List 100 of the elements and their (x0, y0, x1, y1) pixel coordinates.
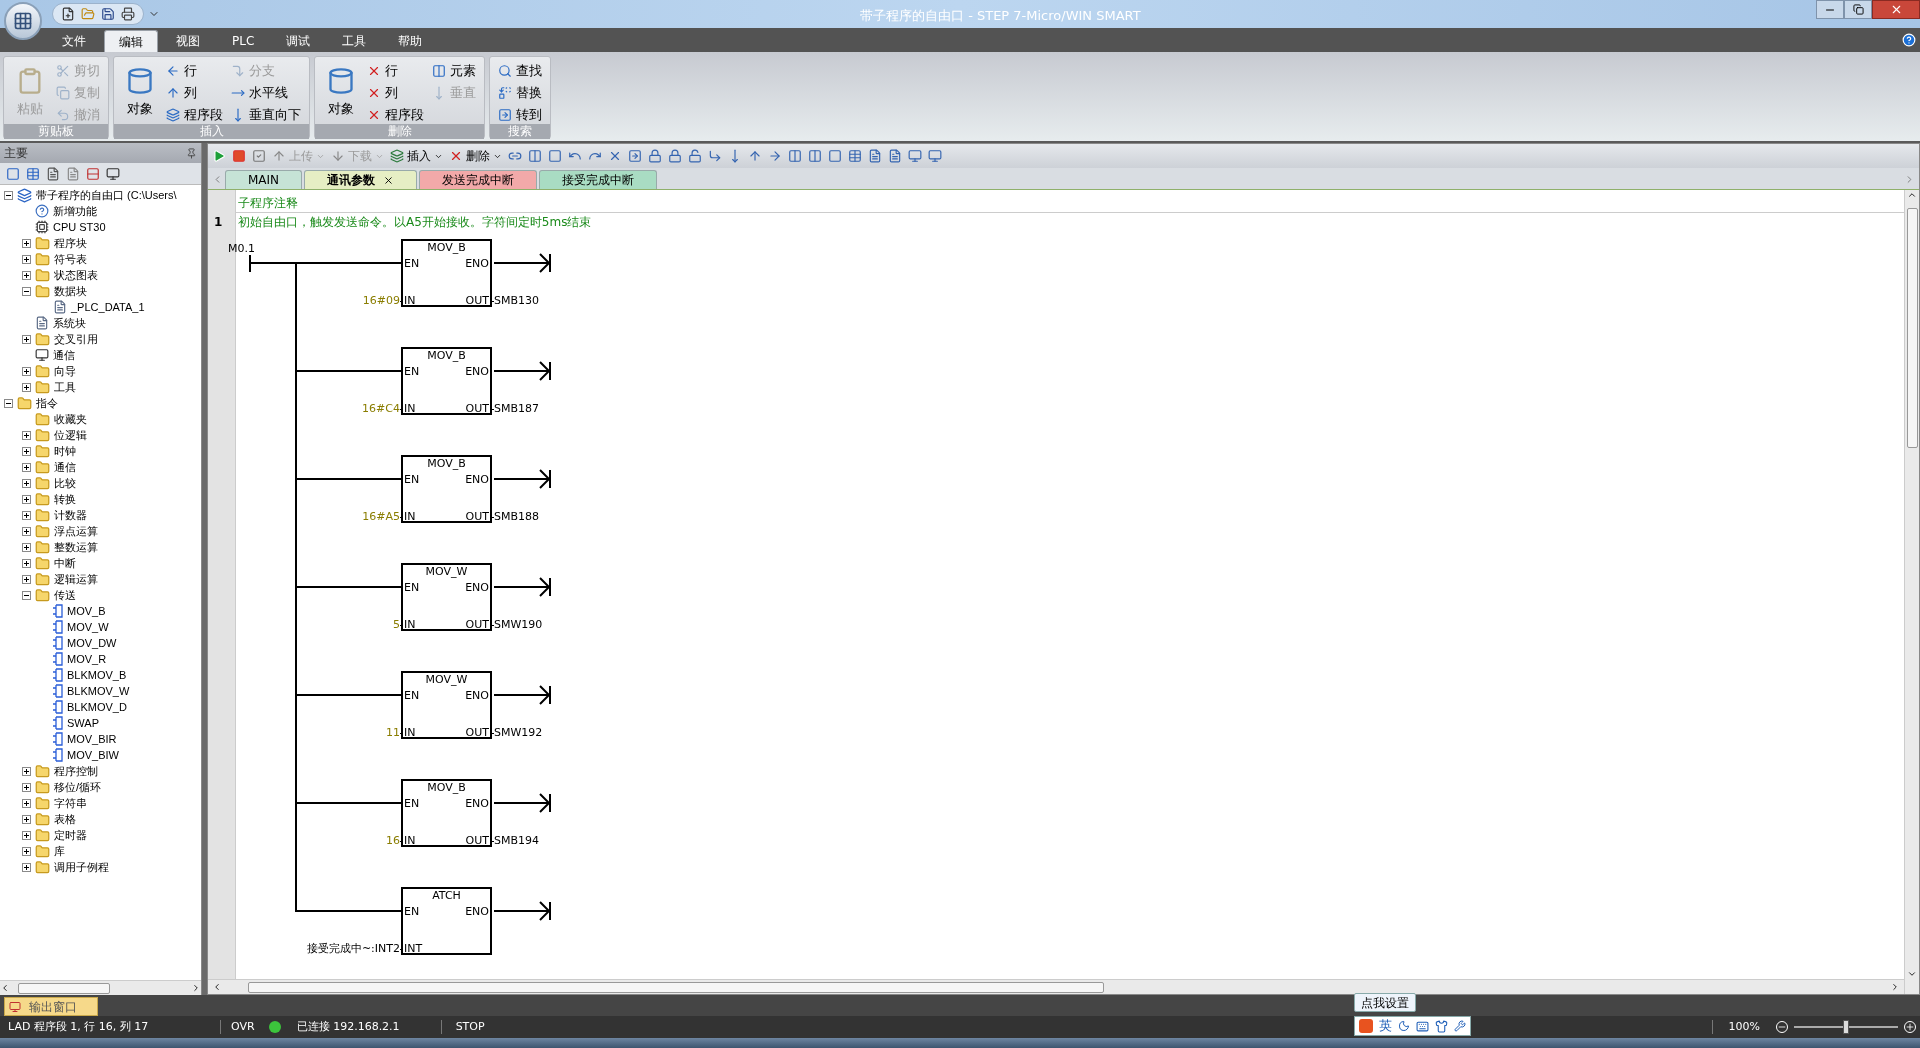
tree-item[interactable]: MOV_R (67, 650, 107, 668)
tree-item[interactable]: 向导 (54, 362, 76, 380)
tree-item[interactable]: 转换 (54, 490, 76, 508)
ribbon-button[interactable]: 转到 (498, 105, 542, 124)
toolbar-button[interactable]: 插入 (390, 147, 443, 165)
box-icon[interactable] (828, 149, 842, 163)
expand-toggle[interactable] (21, 798, 31, 808)
tree-item[interactable]: 通信 (54, 458, 76, 476)
link-icon[interactable] (508, 149, 522, 163)
arrow-square-icon[interactable] (628, 149, 642, 163)
tree-item[interactable]: 计数器 (54, 506, 87, 524)
expand-toggle[interactable] (21, 478, 31, 488)
tree-item[interactable]: MOV_DW (67, 634, 117, 652)
tree-item[interactable]: 系统块 (53, 314, 86, 332)
menu-tab[interactable]: 调试 (272, 30, 325, 52)
monitor-icon[interactable] (908, 149, 922, 163)
x-icon[interactable] (608, 149, 622, 163)
ribbon-button[interactable]: 行 (367, 61, 424, 80)
ribbon-button[interactable]: 程序段 (367, 105, 424, 124)
corner-arrow-icon[interactable] (708, 149, 722, 163)
toolbar-button[interactable]: 删除 (449, 147, 502, 165)
ribbon-button[interactable]: 列 (367, 83, 424, 102)
tree-item[interactable]: MOV_BIR (67, 730, 117, 748)
tree-item[interactable]: 交叉引用 (54, 330, 98, 348)
tree-item[interactable]: MOV_W (67, 618, 109, 636)
tree-item[interactable]: 位逻辑 (54, 426, 87, 444)
app-orb[interactable] (4, 2, 42, 40)
tree-item[interactable]: 中断 (54, 554, 76, 572)
expand-toggle[interactable] (21, 366, 31, 376)
tree-item[interactable]: 浮点运算 (54, 522, 98, 540)
tree-item[interactable]: 工具 (54, 378, 76, 396)
tree-item[interactable]: 传送 (54, 586, 76, 604)
scroll-down-icon[interactable] (1907, 969, 1917, 979)
tree-item[interactable]: MOV_B (67, 602, 106, 620)
editor-tab[interactable]: 通讯参数 (304, 170, 418, 189)
tree-item[interactable]: 通信 (53, 346, 75, 364)
output-window-tab[interactable]: 输出窗口 (4, 997, 98, 1016)
tree-item[interactable]: 库 (54, 842, 65, 860)
expand-toggle[interactable] (21, 494, 31, 504)
ribbon-button[interactable]: 元素 (432, 61, 476, 80)
expand-toggle[interactable] (21, 238, 31, 248)
ribbon-button[interactable]: 行 (166, 61, 223, 80)
ribbon-button[interactable]: 列 (166, 83, 223, 102)
tree-item[interactable]: 指令 (36, 394, 58, 412)
tree-item[interactable]: 逻辑运算 (54, 570, 98, 588)
ribbon-button[interactable]: 水平线 (231, 83, 301, 102)
editor-tab[interactable]: 接受完成中断 (539, 170, 658, 189)
editor-tab[interactable]: MAIN (225, 170, 303, 189)
tree-item[interactable]: BLKMOV_B (67, 666, 127, 684)
tree-item[interactable]: 时钟 (54, 442, 76, 460)
tree-item[interactable]: 移位/循环 (54, 778, 102, 796)
tree-item[interactable]: 状态图表 (54, 266, 98, 284)
expand-toggle[interactable] (21, 814, 31, 824)
tree-item[interactable]: _PLC_DATA_1 (71, 298, 145, 316)
expand-toggle[interactable] (21, 766, 31, 776)
expand-toggle[interactable] (21, 558, 31, 568)
expand-toggle[interactable] (21, 862, 31, 872)
scrollbar-thumb[interactable] (248, 981, 1104, 993)
tree-item[interactable]: 带子程序的自由口 (C:\Users\ (36, 186, 177, 204)
vertical-scrollbar[interactable] (1904, 190, 1919, 994)
editor-tab[interactable]: 发送完成中断 (419, 170, 538, 189)
scroll-left-icon[interactable] (212, 982, 222, 992)
tree-item[interactable]: MOV_BIW (67, 746, 119, 764)
ribbon-large-button[interactable]: 对象 (323, 61, 359, 124)
document-icon[interactable] (888, 149, 902, 163)
tree-item[interactable]: 程序块 (54, 234, 87, 252)
minimize-button[interactable] (1816, 0, 1844, 19)
lock-icon[interactable] (648, 149, 662, 163)
expand-toggle[interactable] (21, 574, 31, 584)
tree-item[interactable]: 调用子例程 (54, 858, 109, 876)
tree-item[interactable]: 数据块 (54, 282, 87, 300)
ribbon-button[interactable]: 替换 (498, 83, 542, 102)
expand-toggle[interactable] (21, 462, 31, 472)
collapse-toggle[interactable] (21, 286, 31, 296)
collapse-toggle[interactable] (3, 190, 13, 200)
expand-toggle[interactable] (21, 526, 31, 536)
scroll-right-icon[interactable] (191, 983, 201, 993)
collapse-toggle[interactable] (3, 398, 13, 408)
monitor-icon[interactable] (928, 149, 942, 163)
tree-item[interactable]: 比较 (54, 474, 76, 492)
menu-tab[interactable]: 文件 (48, 30, 100, 52)
tree-item[interactable]: 定时器 (54, 826, 87, 844)
ribbon-button[interactable]: 垂直向下 (231, 105, 301, 124)
expand-toggle[interactable] (21, 334, 31, 344)
tree-item[interactable]: 新增功能 (53, 202, 97, 220)
scroll-left-icon[interactable] (0, 983, 10, 993)
columns-icon[interactable] (528, 149, 542, 163)
menu-tab[interactable]: 帮助 (384, 30, 437, 52)
menu-tab[interactable]: 视图 (162, 30, 214, 52)
tree-item[interactable]: BLKMOV_W (67, 682, 130, 700)
scroll-up-icon[interactable] (1907, 190, 1917, 200)
expand-toggle[interactable] (21, 830, 31, 840)
maximize-button[interactable] (1844, 0, 1872, 19)
expand-toggle[interactable] (21, 542, 31, 552)
tree-item[interactable]: BLKMOV_D (67, 698, 127, 716)
collapse-toggle[interactable] (21, 590, 31, 600)
unlock-icon[interactable] (688, 149, 702, 163)
expand-toggle[interactable] (21, 382, 31, 392)
expand-toggle[interactable] (21, 782, 31, 792)
close-icon[interactable] (383, 174, 395, 186)
